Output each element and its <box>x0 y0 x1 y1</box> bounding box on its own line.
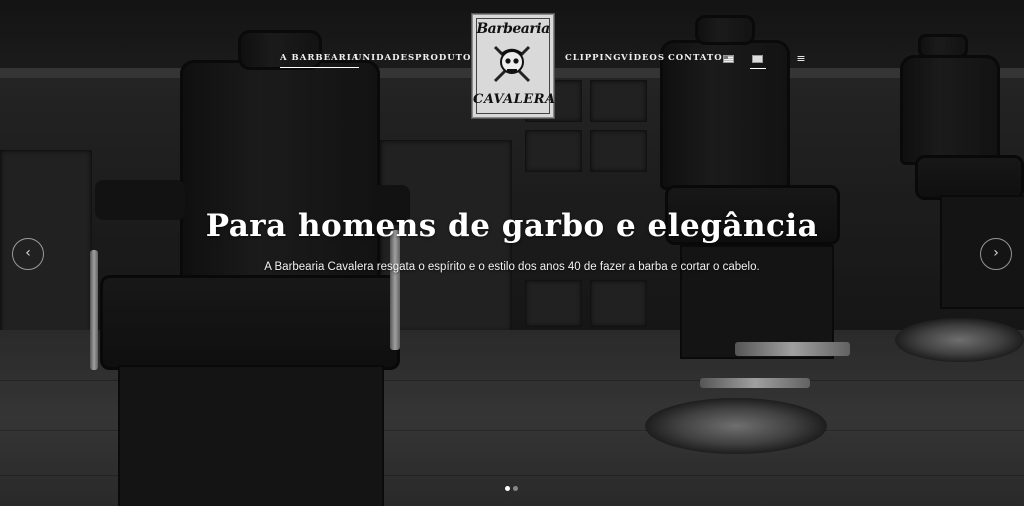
skull-razor-emblem-icon <box>493 45 531 83</box>
active-language-indicator <box>750 68 766 69</box>
nav-item-videos[interactable]: VÍDEOS <box>621 53 665 63</box>
hero-headline: Para homens de garbo e elegância <box>205 208 819 244</box>
logo-text-barbearia: Barbearia <box>476 21 550 37</box>
chevron-right-icon: › <box>993 245 999 261</box>
slider-dot[interactable] <box>505 486 510 491</box>
nav-item-contato[interactable]: CONTATO <box>668 53 723 63</box>
brazil-flag-icon[interactable] <box>752 55 763 63</box>
logo-text-cavalera: CAVALERA <box>473 92 556 107</box>
slider-prev-button[interactable]: ‹ <box>12 238 44 270</box>
hamburger-menu-icon[interactable]: ≡ <box>795 53 807 65</box>
logo[interactable]: Barbearia CAVALERA <box>472 14 556 118</box>
slider-next-button[interactable]: › <box>980 238 1012 270</box>
slider-dot[interactable] <box>513 486 518 491</box>
nav-item-produtos[interactable]: PRODUTOS <box>415 53 479 63</box>
hero-subline: A Barbearia Cavalera resgata o espírito … <box>264 261 760 273</box>
nav-item-a-barbearia[interactable]: A BARBEARIA <box>280 53 360 68</box>
nav-item-clipping[interactable]: CLIPPING <box>565 53 622 63</box>
nav-item-unidades[interactable]: UNIDADES <box>354 53 415 63</box>
chevron-left-icon: ‹ <box>25 245 31 261</box>
us-flag-icon[interactable] <box>723 55 734 63</box>
